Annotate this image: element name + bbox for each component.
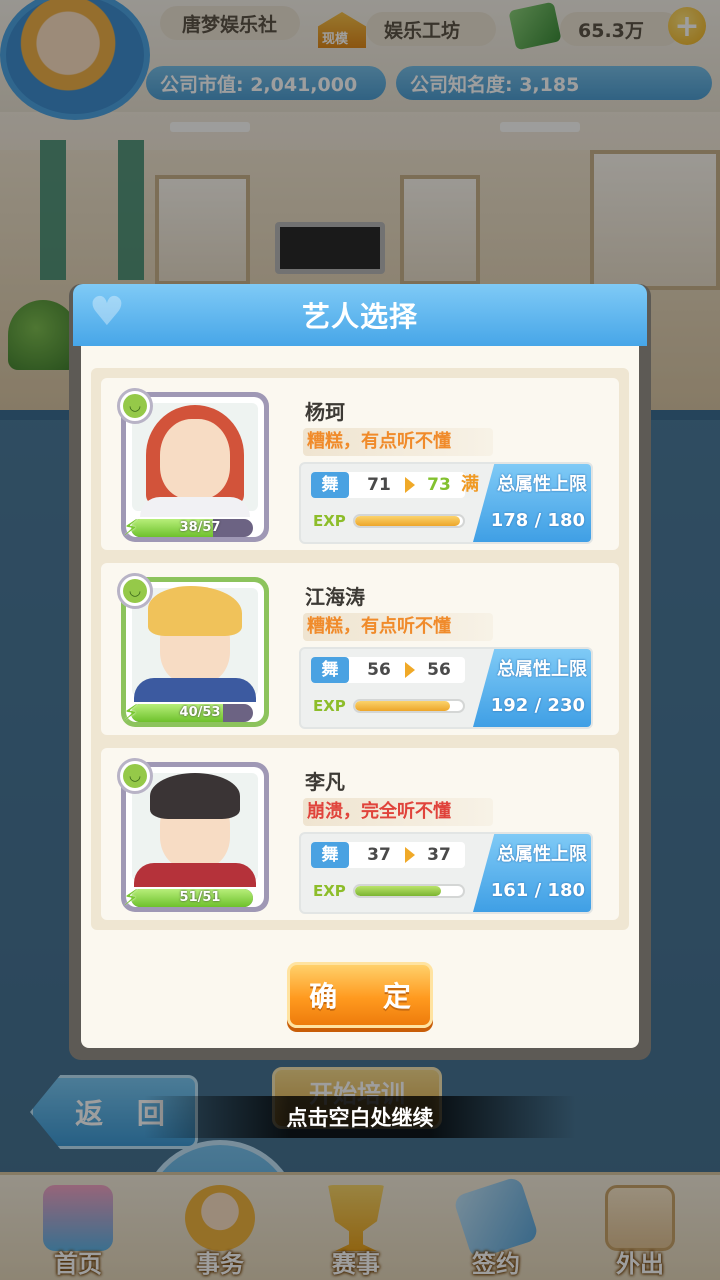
total-limit-label: 总属性上限 [497,659,587,680]
skill-tag: 舞 [311,842,349,868]
stat-current: 56 [367,660,391,680]
artist-portrait: ◡ ⚡ 40/53 [117,573,269,727]
energy-text: 40/53 [179,705,221,720]
energy-text: 51/51 [179,890,221,905]
skill-tag: 舞 [311,472,349,498]
exp-bar [353,699,465,713]
stats-panel: 舞 37 37 总属性上限 EXP 161 / 180 [299,832,593,914]
exp-label: EXP [313,882,346,900]
mood-smile-icon: ◡ [117,388,153,424]
energy-bolt-icon: ⚡ [123,886,139,911]
stat-after: 73 [427,475,451,495]
stat-current: 37 [367,845,391,865]
total-attributes: 178 / 180 [490,510,585,531]
arrow-right-icon [405,847,415,863]
artist-portrait: ◡ ⚡ 38/57 [117,388,269,542]
mood-smile-icon: ◡ [117,573,153,609]
total-limit-label: 总属性上限 [497,844,587,865]
artist-card[interactable]: ◡ ⚡ 40/53 江海涛 糟糕，有点听不懂 舞 56 56 总属性上限 EXP… [101,563,619,735]
energy-bolt-icon: ⚡ [123,701,139,726]
total-limit-label: 总属性上限 [497,474,587,495]
dialog-body: ◡ ⚡ 38/57 杨珂 糟糕，有点听不懂 舞 71 73 满 总属性上限 EX… [81,346,639,1048]
confirm-button-label: 确 定 [309,980,429,1013]
artist-name: 李凡 [305,770,345,794]
artist-card[interactable]: ◡ ⚡ 38/57 杨珂 糟糕，有点听不懂 舞 71 73 满 总属性上限 EX… [101,378,619,550]
continue-hint-text: 点击空白处继续 [286,1106,434,1130]
stat-current: 71 [367,475,391,495]
exp-label: EXP [313,697,346,715]
energy-bar: 51/51 [131,889,253,907]
continue-hint: 点击空白处继续 [0,1096,720,1138]
dialog-header: ♥ 艺人选择 [73,284,647,346]
energy-bar: 40/53 [131,704,253,722]
energy-text: 38/57 [179,520,221,535]
artist-comment: 糟糕，有点听不懂 [303,428,493,456]
skill-tag: 舞 [311,657,349,683]
mood-smile-icon: ◡ [117,758,153,794]
artist-name: 江海涛 [305,585,365,609]
stat-after: 56 [427,660,451,680]
energy-bar: 38/57 [131,519,253,537]
stat-after: 37 [427,845,451,865]
artist-card[interactable]: ◡ ⚡ 51/51 李凡 崩溃，完全听不懂 舞 37 37 总属性上限 EXP … [101,748,619,920]
total-attributes: 192 / 230 [490,695,585,716]
exp-fill [355,516,460,526]
artist-list: ◡ ⚡ 38/57 杨珂 糟糕，有点听不懂 舞 71 73 满 总属性上限 EX… [91,368,629,930]
exp-bar [353,514,465,528]
energy-bolt-icon: ⚡ [123,516,139,541]
artist-comment: 糟糕，有点听不懂 [303,613,493,641]
stats-panel: 舞 56 56 总属性上限 EXP 192 / 230 [299,647,593,729]
exp-fill [355,701,451,711]
confirm-button[interactable]: 确 定 [287,962,433,1028]
exp-bar [353,884,465,898]
total-attributes: 161 / 180 [490,880,585,901]
dialog-title: 艺人选择 [301,300,418,333]
exp-fill [355,886,442,896]
artist-select-dialog: ♥ 艺人选择 ◡ ⚡ 38/57 杨珂 糟糕，有点听不懂 舞 71 73 满 总… [69,284,651,1060]
arrow-right-icon [405,662,415,678]
max-tag: 满 [461,474,479,495]
artist-comment: 崩溃，完全听不懂 [303,798,493,826]
stats-panel: 舞 71 73 满 总属性上限 EXP 178 / 180 [299,462,593,544]
exp-label: EXP [313,512,346,530]
artist-portrait: ◡ ⚡ 51/51 [117,758,269,912]
arrow-right-icon [405,477,415,493]
artist-name: 杨珂 [305,400,345,424]
heart-icon: ♥ [89,289,125,335]
